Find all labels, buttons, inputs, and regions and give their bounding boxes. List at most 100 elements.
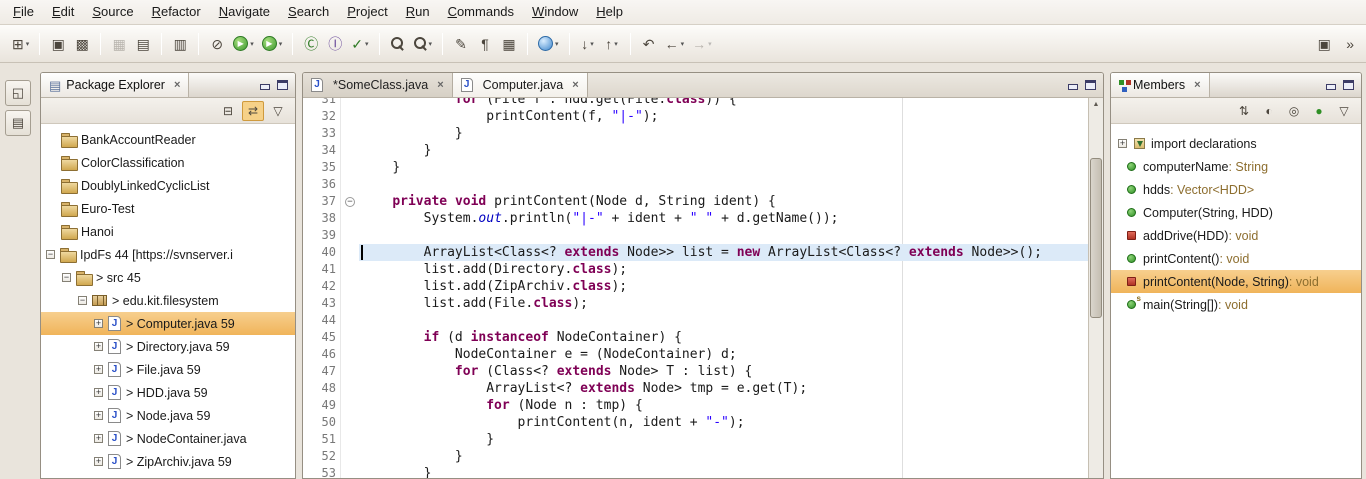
code-line[interactable]: ArrayList<Class<? extends Node>> list = … [359, 244, 1088, 261]
member-item[interactable]: computerName : String [1111, 155, 1361, 178]
expander-icon[interactable]: − [62, 273, 71, 282]
run-button[interactable]: ▶▾ [258, 32, 287, 56]
sort-members-button[interactable]: ⇅ [1233, 101, 1255, 121]
expander-icon[interactable]: + [94, 388, 103, 397]
open-element-button[interactable] [386, 32, 410, 56]
menu-item-navigate[interactable]: Navigate [210, 0, 279, 24]
close-icon[interactable]: × [1194, 79, 1200, 91]
menu-item-commands[interactable]: Commands [439, 0, 523, 24]
tree-item[interactable]: −> src 45 [41, 266, 295, 289]
restore-view-button[interactable]: ◱ [5, 80, 31, 106]
code-line[interactable]: for (Class<? extends Node> T : list) { [359, 363, 1088, 380]
tree-item[interactable]: BankAccountReader [41, 128, 295, 151]
member-item[interactable]: printContent(Node, String) : void [1111, 270, 1361, 293]
toolbar-overflow-button[interactable]: » [1342, 36, 1358, 52]
line-number[interactable]: 48 [311, 380, 341, 397]
code-editor[interactable]: 31 for (File f : hdd.get(File.class)) {3… [303, 98, 1103, 478]
member-item[interactable]: smain(String[]) : void [1111, 293, 1361, 316]
expander-icon[interactable]: + [94, 411, 103, 420]
expander-icon[interactable]: + [94, 319, 103, 328]
code-line[interactable]: } [359, 125, 1088, 142]
maximize-button[interactable] [1085, 80, 1096, 90]
editor-tab[interactable]: *SomeClass.java× [303, 73, 453, 97]
line-number[interactable]: 40 [311, 244, 341, 261]
menu-item-run[interactable]: Run [397, 0, 439, 24]
minimize-button[interactable] [1325, 80, 1336, 90]
scrollbar-thumb[interactable] [1090, 158, 1102, 318]
code-line[interactable]: list.add(Directory.class); [359, 261, 1088, 278]
hide-fields-button[interactable]: ◐ [1258, 101, 1280, 121]
code-line[interactable]: printContent(n, ident + "-"); [359, 414, 1088, 431]
new-java-class-button[interactable]: Ⓒ [299, 32, 323, 56]
expander-icon[interactable]: + [94, 457, 103, 466]
members-view-tab[interactable]: Members × [1111, 73, 1210, 97]
link-with-editor-button[interactable]: ⇄ [242, 101, 264, 121]
minimize-button[interactable] [1067, 80, 1078, 90]
code-line[interactable]: for (Node n : tmp) { [359, 397, 1088, 414]
tree-item[interactable]: +> ZipArchiv.java 59 [41, 450, 295, 473]
line-number[interactable]: 53 [311, 465, 341, 478]
code-line[interactable]: } [359, 465, 1088, 478]
line-number[interactable]: 34 [311, 142, 341, 159]
expander-icon[interactable]: + [94, 434, 103, 443]
code-line[interactable]: list.add(File.class); [359, 295, 1088, 312]
line-number[interactable]: 45 [311, 329, 341, 346]
line-number[interactable]: 44 [311, 312, 341, 329]
member-item[interactable]: Computer(String, HDD) [1111, 201, 1361, 224]
package-explorer-view-tab[interactable]: ▤ Package Explorer × [41, 73, 189, 97]
expander-icon[interactable]: − [78, 296, 87, 305]
line-number[interactable]: 47 [311, 363, 341, 380]
expander-icon[interactable]: + [94, 365, 103, 374]
member-item[interactable]: hdds : Vector<HDD> [1111, 178, 1361, 201]
open-web-browser-button[interactable]: ▾ [534, 32, 563, 56]
expander-icon[interactable]: + [1118, 139, 1127, 148]
scroll-up-arrow-icon[interactable]: ▲ [1089, 98, 1103, 111]
new-java-interface-button[interactable]: Ⓘ [323, 32, 347, 56]
line-number[interactable]: 35 [311, 159, 341, 176]
maximize-button[interactable] [1343, 80, 1354, 90]
back-button[interactable]: ←▾ [661, 32, 689, 56]
tree-item[interactable]: +> Directory.java 59 [41, 335, 295, 358]
code-line[interactable]: if (d instanceof NodeContainer) { [359, 329, 1088, 346]
code-line[interactable]: private void printContent(Node d, String… [359, 193, 1088, 210]
filter-members-button[interactable]: ▽ [1333, 101, 1355, 121]
perspective-button[interactable]: ▣ [1312, 32, 1336, 56]
tree-item[interactable]: DoublyLinkedCyclicList [41, 174, 295, 197]
menu-item-project[interactable]: Project [338, 0, 396, 24]
line-number[interactable]: 39 [311, 227, 341, 244]
editor-scrollbar[interactable]: ▲ [1088, 98, 1103, 478]
menu-item-edit[interactable]: Edit [43, 0, 83, 24]
tree-item[interactable]: Hanoi [41, 220, 295, 243]
code-line[interactable]: } [359, 448, 1088, 465]
tree-item[interactable]: +> Node.java 59 [41, 404, 295, 427]
code-line[interactable]: ArrayList<? extends Node> tmp = e.get(T)… [359, 380, 1088, 397]
open-java-perspective-button[interactable]: ▥ [168, 32, 192, 56]
menu-item-source[interactable]: Source [83, 0, 142, 24]
line-number[interactable]: 32 [311, 108, 341, 125]
collapse-all-button[interactable]: ⊟ [217, 101, 239, 121]
code-line[interactable]: System.out.println("|-" + ident + " " + … [359, 210, 1088, 227]
tree-item[interactable]: ColorClassification [41, 151, 295, 174]
code-line[interactable]: printContent(f, "|-"); [359, 108, 1088, 125]
line-number[interactable]: 36 [311, 176, 341, 193]
member-item[interactable]: printContent() : void [1111, 247, 1361, 270]
line-number[interactable]: 50 [311, 414, 341, 431]
show-whitespace-button[interactable]: ¶ [473, 32, 497, 56]
tree-item[interactable]: Euro-Test [41, 197, 295, 220]
next-annotation-button[interactable]: ↓▾ [576, 32, 600, 56]
code-line[interactable]: for (File f : hdd.get(File.class)) { [359, 98, 1088, 108]
menu-item-file[interactable]: File [4, 0, 43, 24]
member-item[interactable]: +import declarations [1111, 132, 1361, 155]
previous-annotation-button[interactable]: ↑▾ [600, 32, 624, 56]
search-button[interactable]: ▾ [410, 32, 437, 56]
editor-tab[interactable]: Computer.java× [453, 73, 588, 97]
expander-icon[interactable]: + [94, 342, 103, 351]
mark-occurrences-button[interactable]: ✎ [449, 32, 473, 56]
code-line[interactable]: } [359, 142, 1088, 159]
code-line[interactable]: NodeContainer e = (NodeContainer) d; [359, 346, 1088, 363]
line-number[interactable]: 49 [311, 397, 341, 414]
line-number[interactable]: 46 [311, 346, 341, 363]
line-number[interactable]: 38 [311, 210, 341, 227]
line-number[interactable]: 43 [311, 295, 341, 312]
minimized-view-button[interactable]: ▤ [5, 110, 31, 136]
